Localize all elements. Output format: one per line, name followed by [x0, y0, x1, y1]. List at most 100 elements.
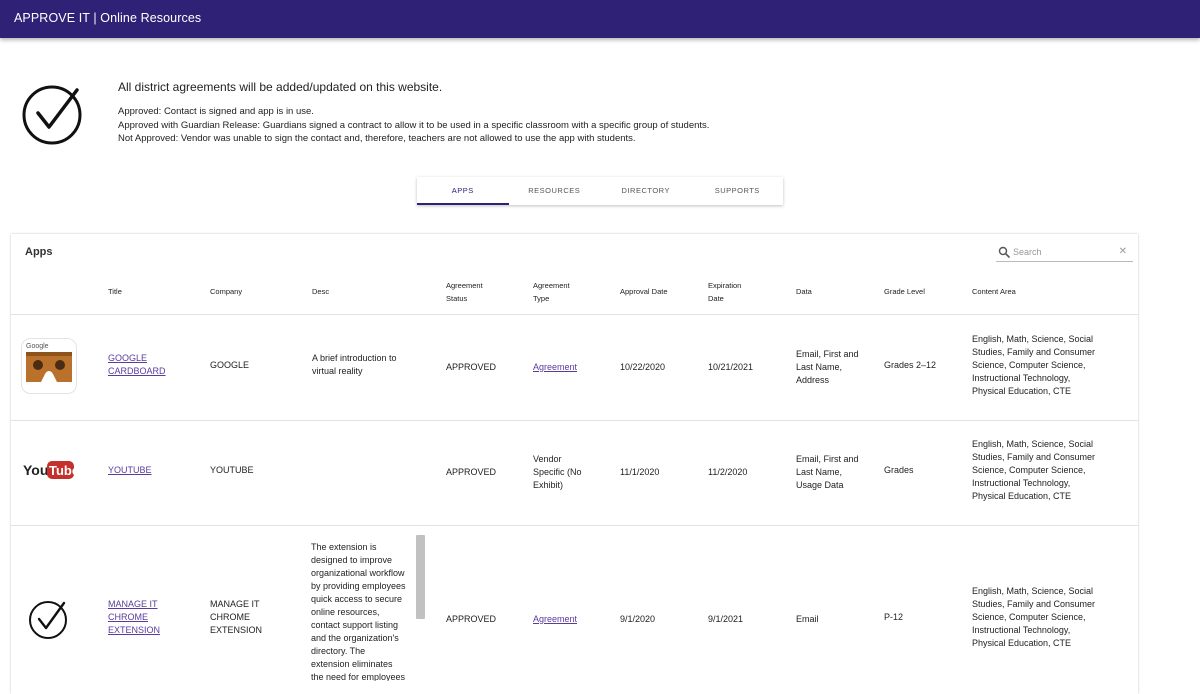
clear-search-icon[interactable]: ✕	[1119, 246, 1127, 257]
checkmark-circle-icon	[29, 601, 67, 639]
expiration-date-cell: 10/21/2021	[708, 362, 754, 372]
agreement-type-line: Specific (No	[533, 467, 582, 477]
data-line: Usage Data	[796, 480, 844, 490]
column-header-grade-level[interactable]: Grade Level	[884, 285, 925, 298]
intro-headline: All district agreements will be added/up…	[118, 80, 443, 94]
desc-cell: A brief introduction to virtual reality	[312, 352, 397, 378]
app-header: APPROVE IT | Online Resources	[0, 0, 1200, 38]
column-header-agreement-status[interactable]: Agreement Status	[446, 279, 483, 305]
data-line: Address	[796, 375, 830, 385]
search-input[interactable]	[1013, 245, 1113, 259]
row-divider	[11, 420, 1138, 421]
app-title-line: GOOGLE	[108, 353, 148, 363]
checkmark-logo-icon	[22, 85, 82, 145]
desc-line: online resources,	[311, 607, 380, 617]
app-title-line: CHROME	[108, 612, 148, 622]
app-title-link[interactable]: YOUTUBE	[108, 464, 152, 477]
youtube-logo-tube: Tube	[49, 463, 75, 478]
column-header-label: Agreement	[446, 281, 483, 290]
intro-line-guardian: Approved with Guardian Release: Guardian…	[118, 120, 710, 131]
grade-level-cell: Grades	[884, 465, 914, 475]
grade-level-cell: P-12	[884, 612, 904, 622]
data-line: Email, First and	[796, 349, 859, 359]
desc-cell-scroll[interactable]: The extension is designed to improve org…	[311, 541, 427, 681]
content-line: Instructional Technology,	[972, 478, 1071, 488]
app-title-link[interactable]: GOOGLE CARDBOARD	[108, 352, 166, 378]
column-header-approval-date[interactable]: Approval Date	[620, 285, 668, 298]
column-header-label: Expiration	[708, 281, 742, 290]
agreement-status-cell: APPROVED	[446, 614, 497, 624]
desc-line: the need for employees	[311, 672, 406, 681]
column-header-label: Status	[446, 294, 468, 303]
tab-directory[interactable]: DIRECTORY	[600, 177, 692, 205]
column-header-desc[interactable]: Desc	[312, 285, 329, 298]
column-header-expiration-date[interactable]: Expiration Date	[708, 279, 741, 305]
desc-line: directory. The	[311, 646, 366, 656]
tab-apps[interactable]: APPS	[417, 177, 509, 205]
company-line: EXTENSION	[210, 625, 263, 635]
content-line: Studies, Family and Consumer	[972, 599, 1096, 609]
content-line: English, Math, Science, Social	[972, 334, 1094, 344]
content-line: Science, Computer Science,	[972, 465, 1086, 475]
content-line: Instructional Technology,	[972, 373, 1071, 383]
company-cell: MANAGE IT CHROME EXTENSION	[210, 598, 262, 637]
expiration-date-cell: 11/2/2020	[708, 467, 748, 477]
google-cardboard-icon: Google	[21, 338, 77, 394]
content-line: Science, Computer Science,	[972, 612, 1086, 622]
content-area-cell: English, Math, Science, Social Studies, …	[972, 333, 1095, 398]
row-divider	[11, 525, 1138, 526]
agreement-type-line: Vendor	[533, 454, 562, 464]
intro-line-not-approved: Not Approved: Vendor was unable to sign …	[118, 133, 636, 144]
approval-date-cell: 10/22/2020	[620, 362, 666, 372]
youtube-icon: You Tube	[23, 461, 75, 479]
column-header-label: Agreement	[533, 281, 570, 290]
app-title-line: EXTENSION	[108, 625, 161, 635]
intro-line-approved: Approved: Contact is signed and app is i…	[118, 106, 314, 117]
content-line: Instructional Technology,	[972, 625, 1071, 635]
data-line: Email, First and	[796, 454, 859, 464]
desc-line: extension eliminates	[311, 659, 393, 669]
desc-line: A brief introduction to	[312, 353, 397, 363]
approval-date-cell: 11/1/2020	[620, 467, 660, 477]
company-cell: YOUTUBE	[210, 465, 254, 475]
tab-supports[interactable]: SUPPORTS	[692, 177, 784, 205]
approval-date-cell: 9/1/2020	[620, 614, 656, 624]
content-line: Studies, Family and Consumer	[972, 347, 1096, 357]
header-divider	[11, 314, 1138, 315]
column-header-title[interactable]: Title	[108, 285, 122, 298]
tab-resources[interactable]: RESOURCES	[509, 177, 601, 205]
agreement-status-cell: APPROVED	[446, 362, 497, 372]
expiration-date-cell: 9/1/2021	[708, 614, 744, 624]
app-title-line: CARDBOARD	[108, 366, 166, 376]
youtube-logo-you: You	[23, 462, 48, 478]
google-logo-text: Google	[26, 343, 49, 350]
data-cell: Email	[796, 614, 819, 624]
section-tabs: APPS RESOURCES DIRECTORY SUPPORTS	[417, 177, 783, 205]
content-line: Science, Computer Science,	[972, 360, 1086, 370]
content-line: English, Math, Science, Social	[972, 439, 1094, 449]
content-line: Studies, Family and Consumer	[972, 452, 1096, 462]
column-header-label: Date	[708, 294, 724, 303]
desc-line: quick access to secure	[311, 594, 403, 604]
agreement-link[interactable]: Agreement	[533, 361, 577, 374]
data-cell: Email, First and Last Name, Address	[796, 348, 859, 387]
desc-line: virtual reality	[312, 366, 363, 376]
desc-line: The extension is	[311, 542, 377, 552]
column-header-content-area[interactable]: Content Area	[972, 285, 1016, 298]
column-header-company[interactable]: Company	[210, 285, 242, 298]
agreement-type-line: Exhibit)	[533, 480, 564, 490]
search-icon	[998, 246, 1010, 258]
desc-line: and the organization's	[311, 633, 399, 643]
desc-line: designed to improve	[311, 555, 393, 565]
column-header-agreement-type[interactable]: Agreement Type	[533, 279, 570, 305]
app-title-line: MANAGE IT	[108, 599, 158, 609]
desc-scrollbar[interactable]	[416, 535, 425, 619]
content-area-cell: English, Math, Science, Social Studies, …	[972, 585, 1095, 650]
desc-line: organizational workflow	[311, 568, 405, 578]
agreement-link[interactable]: Agreement	[533, 613, 577, 626]
content-line: Physical Education, CTE	[972, 386, 1072, 396]
apps-table-title: Apps	[25, 246, 53, 258]
app-title-link[interactable]: MANAGE IT CHROME EXTENSION	[108, 598, 160, 637]
column-header-data[interactable]: Data	[796, 285, 812, 298]
desc-line: contact support listing	[311, 620, 399, 630]
